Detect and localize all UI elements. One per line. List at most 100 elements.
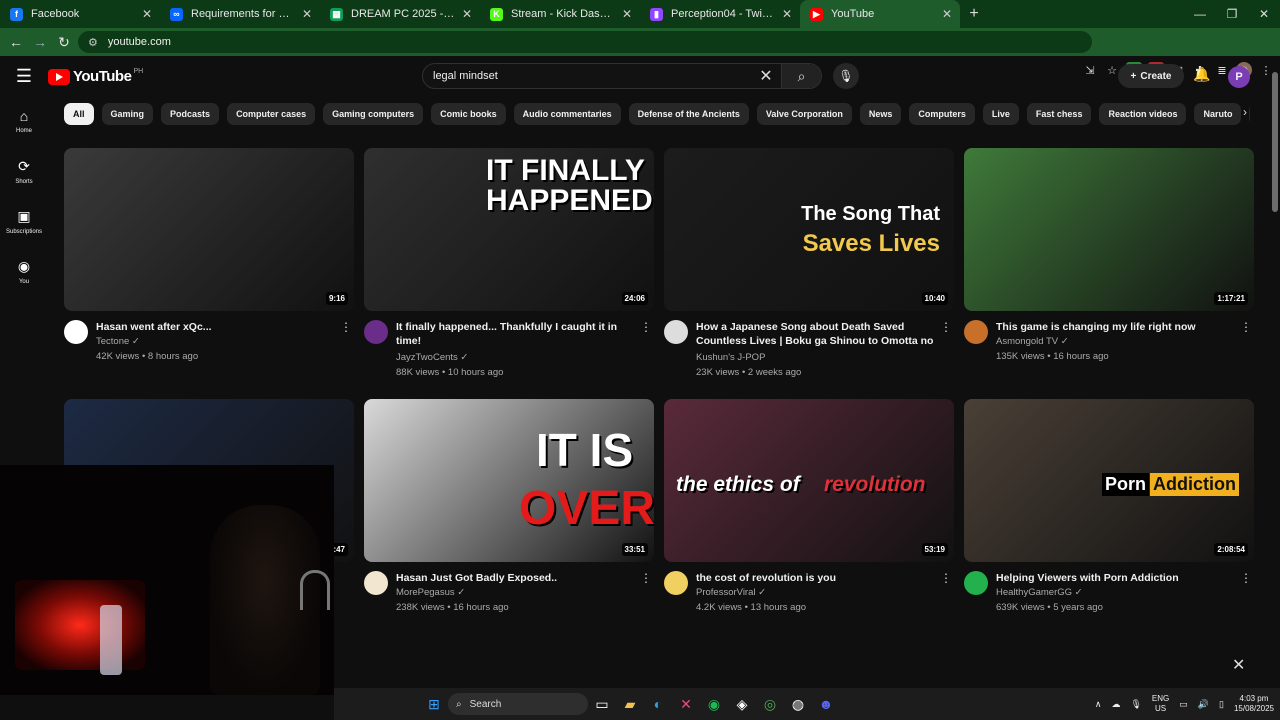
tray-app-icon[interactable]: ☁ (1111, 699, 1120, 710)
video-title[interactable]: Hasan Just Got Badly Exposed.. (396, 571, 636, 585)
account-avatar[interactable]: P (1228, 66, 1250, 88)
close-window-button[interactable]: ✕ (1248, 0, 1280, 28)
video-card[interactable]: The Song That Saves Lives 10:40 How a Jap… (664, 148, 954, 380)
video-options-kebab-icon[interactable]: ⋮ (940, 571, 952, 585)
channel-name[interactable]: MorePegasus ✓ (396, 587, 465, 598)
reload-icon[interactable]: ↻ (52, 30, 76, 54)
filter-chip[interactable]: Basketball (1249, 103, 1250, 125)
taskbar-search[interactable]: ⌕ Search (448, 693, 588, 715)
clear-search-icon[interactable]: ✕ (751, 66, 781, 86)
filter-chip[interactable]: Fast chess (1026, 103, 1092, 125)
filter-chip[interactable]: Defense of the Ancients (628, 103, 749, 125)
close-tab-icon[interactable]: ✕ (142, 7, 152, 21)
video-title[interactable]: Helping Viewers with Porn Addiction (996, 571, 1236, 585)
video-card[interactable]: the ethics of revolution 53:19 the cost o… (664, 399, 954, 631)
channel-name[interactable]: HealthyGamerGG ✓ (996, 587, 1083, 598)
close-tab-icon[interactable]: ✕ (622, 7, 632, 21)
close-tab-icon[interactable]: ✕ (782, 7, 792, 21)
video-thumbnail[interactable]: IT IS OVER 33:51 (364, 399, 654, 562)
menu-hamburger-icon[interactable]: ☰ (12, 66, 36, 86)
back-icon[interactable]: ← (4, 30, 28, 54)
filter-chip[interactable]: Reaction videos (1099, 103, 1187, 125)
discord-icon[interactable]: ☻ (812, 690, 840, 718)
video-card[interactable]: Porn Addiction 2:08:54 Helping Viewers wi… (964, 399, 1254, 631)
channel-name[interactable]: ProfessorViral ✓ (696, 587, 766, 598)
guide-item-subscriptions[interactable]: ▣ Subscriptions (0, 196, 48, 246)
browser-tab[interactable]: ∞ Requirements for Facebook Liv ✕ (160, 0, 320, 28)
spotify-icon[interactable]: ◉ (700, 690, 728, 718)
filter-chip[interactable]: Podcasts (161, 103, 220, 125)
video-thumbnail[interactable]: Porn Addiction 2:08:54 (964, 399, 1254, 562)
guide-item-shorts[interactable]: ⟳ Shorts (0, 146, 48, 196)
scrollbar-thumb[interactable] (1272, 72, 1278, 212)
filter-chip[interactable]: Valve Corporation (756, 103, 852, 125)
filter-chip[interactable]: News (859, 103, 902, 125)
video-thumbnail[interactable]: the ethics of revolution 53:19 (664, 399, 954, 562)
app-x-icon[interactable]: ✕ (672, 690, 700, 718)
video-options-kebab-icon[interactable]: ⋮ (640, 320, 652, 334)
video-options-kebab-icon[interactable]: ⋮ (340, 320, 352, 334)
video-title[interactable]: How a Japanese Song about Death Saved Co… (696, 320, 936, 348)
video-options-kebab-icon[interactable]: ⋮ (640, 571, 652, 585)
start-windows-icon[interactable]: ⊞ (420, 690, 448, 718)
maximize-button[interactable]: ❐ (1216, 0, 1248, 28)
app-logo-icon[interactable]: ◈ (728, 690, 756, 718)
edge-icon[interactable]: ◐ (644, 690, 672, 718)
filter-chip[interactable]: Live (982, 103, 1019, 125)
site-info-icon[interactable]: ⚙ (88, 36, 98, 49)
channel-avatar[interactable] (364, 571, 388, 595)
video-options-kebab-icon[interactable]: ⋮ (940, 320, 952, 334)
video-options-kebab-icon[interactable]: ⋮ (1240, 571, 1252, 585)
close-tab-icon[interactable]: ✕ (942, 7, 952, 21)
language-indicator[interactable]: ENG US (1152, 694, 1169, 714)
voice-search-mic-icon[interactable]: 🎙 (833, 63, 859, 89)
notifications-bell-icon[interactable]: 🔔 (1193, 66, 1210, 83)
video-title[interactable]: Hasan went after xQc... (96, 320, 336, 334)
tray-chevron-icon[interactable]: ∧ (1095, 699, 1102, 710)
browser-tab[interactable]: f Facebook ✕ (0, 0, 160, 28)
video-title[interactable]: This game is changing my life right now (996, 320, 1236, 334)
video-thumbnail[interactable]: 9:16 (64, 148, 354, 311)
chrome-icon[interactable]: ◎ (756, 690, 784, 718)
video-card[interactable]: IT IS OVER 33:51 Hasan Just Got Badly Exp… (364, 399, 654, 631)
video-thumbnail[interactable]: The Song That Saves Lives 10:40 (664, 148, 954, 311)
channel-name[interactable]: Asmongold TV ✓ (996, 336, 1069, 347)
channel-avatar[interactable] (64, 320, 88, 344)
channel-name[interactable]: JayzTwoCents ✓ (396, 352, 468, 363)
browser-tab[interactable]: ▶ YouTube ✕ (800, 0, 960, 28)
filter-chip[interactable]: Gaming (101, 103, 154, 125)
close-tab-icon[interactable]: ✕ (302, 7, 312, 21)
task-view-icon[interactable]: ▭ (588, 690, 616, 718)
youtube-logo[interactable]: YouTube PH (48, 68, 143, 85)
video-title[interactable]: It finally happened... Thankfully I caug… (396, 320, 636, 348)
channel-avatar[interactable] (964, 320, 988, 344)
browser-tab[interactable]: K Stream - Kick Dashboard ✕ (480, 0, 640, 28)
close-tab-icon[interactable]: ✕ (462, 7, 472, 21)
forward-icon[interactable]: → (28, 30, 52, 54)
search-box[interactable]: legal mindset ✕ ⌕ (422, 63, 822, 89)
channel-name[interactable]: Tectone ✓ (96, 336, 140, 347)
channel-avatar[interactable] (364, 320, 388, 344)
filter-chip[interactable]: Computer cases (227, 103, 316, 125)
guide-item-you[interactable]: ◉ You (0, 246, 48, 296)
url-bar[interactable]: ⚙ youtube.com (78, 31, 1092, 53)
channel-avatar[interactable] (964, 571, 988, 595)
clock[interactable]: 4:03 pm 15/08/2025 (1234, 694, 1274, 714)
volume-icon[interactable]: 🔊 (1198, 699, 1209, 710)
channel-avatar[interactable] (664, 571, 688, 595)
obs-icon[interactable]: ◍ (784, 690, 812, 718)
battery-icon[interactable]: ▯ (1219, 699, 1224, 710)
create-button[interactable]: + Create (1118, 64, 1184, 88)
video-card[interactable]: IT FINALLY HAPPENED... 24:06 It finally … (364, 148, 654, 380)
minimize-button[interactable]: — (1184, 0, 1216, 28)
chips-next-chevron-icon[interactable]: › (1243, 105, 1247, 119)
close-overlay-icon[interactable]: ✕ (1232, 655, 1245, 675)
video-options-kebab-icon[interactable]: ⋮ (1240, 320, 1252, 334)
filter-chip[interactable]: Audio commentaries (513, 103, 621, 125)
search-input[interactable]: legal mindset (433, 70, 751, 82)
filter-chip[interactable]: Computers (909, 103, 975, 125)
video-title[interactable]: the cost of revolution is you (696, 571, 936, 585)
filter-chip[interactable]: Comic books (431, 103, 506, 125)
microphone-icon[interactable]: 🎙 (1130, 699, 1141, 710)
network-icon[interactable]: ▭ (1179, 699, 1188, 710)
